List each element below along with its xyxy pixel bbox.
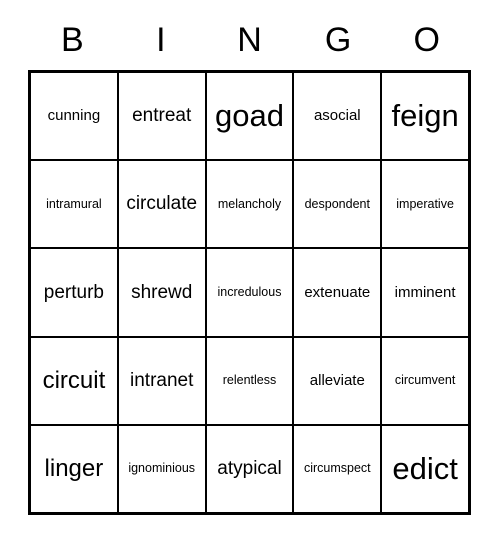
bingo-cell-g5[interactable]: circumspect bbox=[294, 425, 383, 513]
bingo-cell-label: goad bbox=[215, 97, 284, 133]
bingo-card: B I N G O cunning entreat goad asocial f… bbox=[0, 0, 501, 544]
bingo-cell-label: relentless bbox=[222, 373, 277, 388]
bingo-cell-b1[interactable]: cunning bbox=[31, 73, 119, 160]
bingo-cell-o5[interactable]: edict bbox=[382, 425, 468, 513]
bingo-cell-label: incredulous bbox=[217, 284, 282, 299]
bingo-cell-label: despondent bbox=[304, 196, 370, 211]
bingo-cell-label: shrewd bbox=[131, 281, 193, 303]
bingo-cell-label: imperative bbox=[396, 196, 454, 211]
bingo-header-letter-i: I bbox=[156, 21, 166, 59]
bingo-row: circuit intranet relentless alleviate ci… bbox=[31, 337, 468, 426]
bingo-cell-i5[interactable]: ignominious bbox=[118, 425, 207, 513]
bingo-cell-label: cunning bbox=[47, 107, 101, 125]
bingo-cell-i4[interactable]: intranet bbox=[118, 337, 207, 424]
bingo-cell-label: perturb bbox=[43, 281, 104, 303]
bingo-cell-i2[interactable]: circulate bbox=[118, 161, 207, 248]
bingo-cell-b3[interactable]: perturb bbox=[31, 249, 119, 336]
bingo-cell-label: imminent bbox=[394, 283, 456, 301]
bingo-cell-g2[interactable]: despondent bbox=[294, 161, 383, 248]
bingo-cell-n5[interactable]: atypical bbox=[206, 425, 295, 513]
bingo-cell-o2[interactable]: imperative bbox=[382, 161, 468, 248]
bingo-header-letter-o: O bbox=[413, 21, 440, 59]
bingo-cell-label: circumspect bbox=[303, 461, 371, 476]
bingo-cell-label: alleviate bbox=[309, 371, 365, 389]
bingo-cell-label: circumvent bbox=[394, 373, 456, 388]
bingo-cell-label: intranet bbox=[130, 369, 194, 391]
bingo-cell-g4[interactable]: alleviate bbox=[294, 337, 383, 424]
bingo-grid: cunning entreat goad asocial feign intra… bbox=[28, 70, 471, 515]
bingo-header-letter-b: B bbox=[60, 21, 84, 59]
bingo-cell-label: linger bbox=[44, 455, 104, 483]
bingo-cell-o3[interactable]: imminent bbox=[382, 249, 468, 336]
bingo-cell-n4[interactable]: relentless bbox=[206, 337, 295, 424]
bingo-header-letter-n: N bbox=[237, 21, 262, 59]
bingo-cell-o4[interactable]: circumvent bbox=[382, 337, 468, 424]
bingo-cell-label: extenuate bbox=[304, 283, 371, 301]
bingo-cell-b2[interactable]: intramural bbox=[31, 161, 119, 248]
bingo-cell-n3[interactable]: incredulous bbox=[206, 249, 295, 336]
bingo-header-letter-g: G bbox=[324, 21, 352, 59]
bingo-cell-label: feign bbox=[391, 97, 459, 133]
bingo-cell-label: entreat bbox=[132, 105, 192, 127]
bingo-cell-label: edict bbox=[392, 450, 458, 486]
bingo-cell-label: circulate bbox=[126, 193, 198, 215]
bingo-row: linger ignominious atypical circumspect … bbox=[31, 425, 468, 513]
bingo-cell-g1[interactable]: asocial bbox=[294, 73, 383, 160]
bingo-cell-label: intramural bbox=[46, 196, 102, 211]
bingo-cell-b5[interactable]: linger bbox=[31, 425, 119, 513]
bingo-row: intramural circulate melancholy desponde… bbox=[31, 161, 468, 250]
bingo-cell-b4[interactable]: circuit bbox=[31, 337, 119, 424]
bingo-cell-g3[interactable]: extenuate bbox=[294, 249, 383, 336]
bingo-cell-label: circuit bbox=[42, 367, 106, 395]
bingo-cell-label: ignominious bbox=[128, 461, 196, 476]
bingo-cell-i1[interactable]: entreat bbox=[118, 73, 207, 160]
bingo-cell-label: melancholy bbox=[217, 196, 282, 211]
bingo-cell-label: atypical bbox=[217, 457, 282, 479]
bingo-row: perturb shrewd incredulous extenuate imm… bbox=[31, 249, 468, 338]
bingo-cell-n1[interactable]: goad bbox=[206, 73, 295, 160]
bingo-cell-i3[interactable]: shrewd bbox=[118, 249, 207, 336]
bingo-cell-label: asocial bbox=[313, 107, 361, 125]
bingo-header-row: B I N G O bbox=[28, 14, 471, 66]
bingo-cell-n2[interactable]: melancholy bbox=[206, 161, 295, 248]
bingo-cell-o1[interactable]: feign bbox=[382, 73, 468, 160]
bingo-row: cunning entreat goad asocial feign bbox=[31, 73, 468, 162]
